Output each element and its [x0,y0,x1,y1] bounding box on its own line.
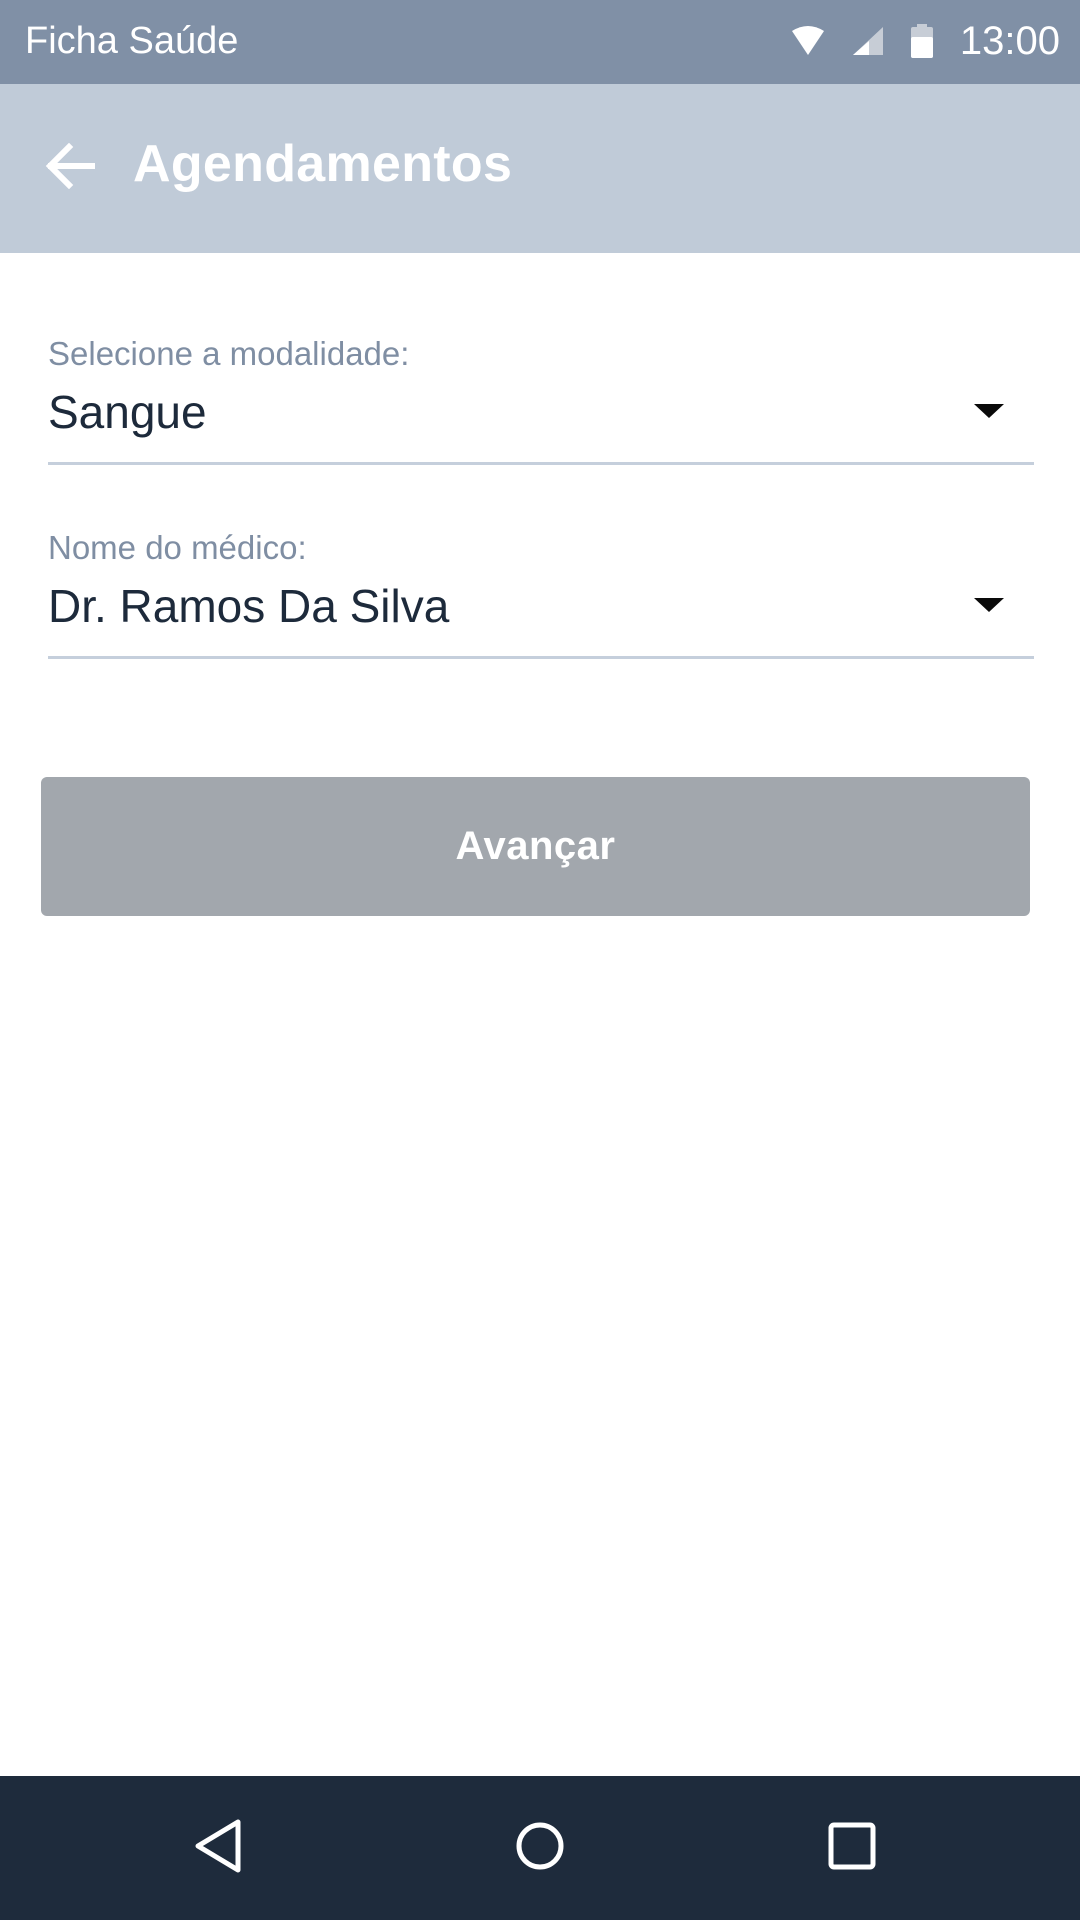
status-app-name: Ficha Saúde [25,20,239,62]
modalidade-label: Selecione a modalidade: [48,335,410,372]
wifi-icon [790,25,826,57]
medico-label: Nome do médico: [48,529,307,566]
status-time: 13:00 [959,19,1060,63]
avancar-button[interactable]: Avançar [41,777,1030,916]
page-title: Agendamentos [133,135,513,193]
nav-back-icon [192,1818,244,1879]
medico-underline [48,656,1034,659]
navigation-bar [0,1776,1080,1920]
nav-recents-icon [827,1821,877,1876]
medico-select[interactable]: Nome do médico: Dr. Ramos Da Silva [48,528,1034,662]
modalidade-select[interactable]: Selecione a modalidade: Sangue [48,334,1034,468]
medico-value: Dr. Ramos Da Silva [48,580,450,632]
signal-icon [852,26,884,56]
arrow-left-icon [45,142,96,194]
nav-back-button[interactable] [168,1798,268,1898]
status-bar: Ficha Saúde 13:00 [0,0,1080,84]
status-icons: 13:00 [790,17,1060,65]
modalidade-value: Sangue [48,386,207,438]
modalidade-underline [48,462,1034,465]
nav-home-icon [514,1820,566,1877]
nav-home-button[interactable] [490,1798,590,1898]
chevron-down-icon [974,598,1004,612]
back-button[interactable] [30,128,110,208]
battery-icon [910,23,934,59]
app-bar: Agendamentos [0,84,1080,253]
chevron-down-icon [974,404,1004,418]
nav-recents-button[interactable] [802,1798,902,1898]
